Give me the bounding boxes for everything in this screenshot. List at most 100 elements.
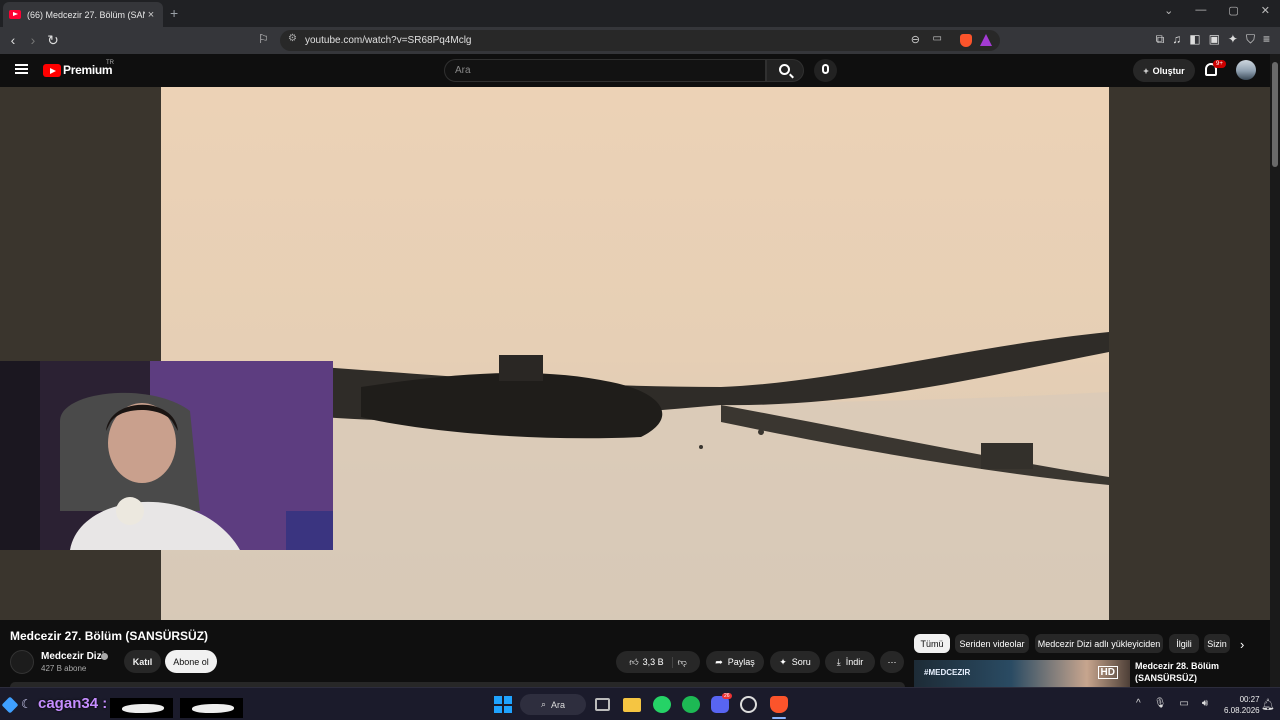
create-button[interactable]: + Oluştur (1133, 59, 1195, 82)
channel-avatar[interactable] (10, 650, 34, 674)
plus-icon: + (1143, 65, 1149, 76)
taskbar-search-label: Ara (551, 699, 566, 710)
share-icon: ➦ (715, 656, 723, 667)
sparkle-icon: ✦ (779, 656, 787, 667)
download-button[interactable]: ⤓ İndir (825, 651, 875, 673)
video-info-section: Medcezir 27. Bölüm (SANSÜRSÜZ) Medcezir … (0, 620, 1270, 687)
discord-badge: 26 (722, 693, 732, 699)
site-info-icon[interactable]: ⚙ (288, 33, 297, 44)
hamburger-menu-icon[interactable] (15, 64, 28, 74)
tab-close-icon[interactable]: × (145, 9, 157, 21)
minimize-button[interactable]: — (1195, 4, 1206, 17)
thumbs-down-icon[interactable]: 👎︎ (678, 657, 687, 668)
youtube-header: Premium TR Ara + Oluştur 9+ (0, 54, 1270, 87)
recommendation-thumbnail[interactable]: #MEDCEZIR HD (914, 660, 1130, 687)
notification-badge: 9+ (1213, 60, 1226, 68)
reload-icon[interactable]: ↻ (45, 32, 61, 49)
like-button[interactable]: 👍︎ 3,3 B (629, 656, 673, 668)
tab-title: (66) Medcezir 27. Bölüm (SANSÜ (27, 9, 145, 20)
zoom-icon[interactable]: ⊖ (911, 33, 920, 46)
notification-center-icon[interactable]: 🔔︎ (1261, 698, 1275, 711)
chip-related[interactable]: İlgili (1169, 634, 1199, 653)
chat-emote-1 (110, 698, 173, 718)
forward-arrow-icon[interactable]: › (25, 32, 41, 48)
chip-uploader[interactable]: Medcezir Dizi adlı yükleyiciden (1035, 634, 1163, 653)
extension-icons: ⧉ ♫ ◧ ▣ ✦ ⛉ ≡ (1156, 32, 1270, 47)
chat-emote-2 (180, 698, 243, 718)
page-scrollbar-thumb[interactable] (1272, 62, 1278, 167)
subscribe-button[interactable]: Abone ol (165, 650, 217, 673)
chevron-up-icon[interactable]: ^ (1136, 698, 1141, 709)
youtube-favicon-icon (9, 10, 21, 19)
file-explorer-icon[interactable] (623, 698, 641, 712)
username-separator: : (102, 695, 108, 712)
more-actions-button[interactable]: ⋯ (880, 651, 904, 673)
voice-search-button[interactable] (814, 59, 837, 82)
back-arrow-icon[interactable]: ‹ (5, 32, 21, 48)
search-input[interactable]: Ara (444, 59, 766, 82)
chip-series[interactable]: Seriden videolar (955, 634, 1029, 653)
like-count: 3,3 B (642, 657, 664, 667)
hd-badge: HD (1097, 666, 1118, 679)
download-label: İndir (845, 657, 864, 667)
webcam-feed-image (0, 361, 333, 550)
search-icon (779, 64, 790, 75)
clock-date: 6.08.2026 (1224, 706, 1260, 715)
search-icon: ⌕ (540, 699, 547, 709)
video-title: Medcezir 27. Bölüm (SANSÜRSÜZ) (10, 629, 209, 643)
join-button[interactable]: Katıl (124, 650, 161, 673)
recommendation-title[interactable]: Medcezir 28. Bölüm (SANSÜRSÜZ) (1135, 660, 1265, 684)
sidebar-icon[interactable]: ◧ (1189, 32, 1200, 47)
thumbs-up-icon: 👍︎ (629, 656, 639, 667)
system-clock[interactable]: 00:27 6.08.2026 (1224, 694, 1260, 716)
spotify-icon[interactable] (682, 696, 700, 713)
windows-taskbar: ☾ cagan34 : ⌕ Ara 26 ^ 🎙︎ ▭ 🔊︎ 00:27 6.0… (0, 687, 1280, 720)
browser-tab[interactable]: (66) Medcezir 27. Bölüm (SANSÜ × (3, 2, 163, 27)
browser-menu-icon[interactable]: ≡ (1263, 32, 1270, 47)
close-window-button[interactable]: ✕ (1261, 4, 1270, 17)
channel-name[interactable]: Medcezir Dizi (41, 651, 104, 662)
widget-icon[interactable] (1, 696, 19, 714)
microphone-icon (822, 64, 829, 74)
browser-toolbar: ‹ › ↻ ⚐ ⚙ youtube.com/watch?v=SR68Pq4Mcl… (0, 27, 1280, 54)
chip-for-you[interactable]: Sizin (1204, 634, 1230, 653)
tab-search-icon[interactable]: ⌄ (1164, 4, 1173, 17)
chip-all[interactable]: Tümü (914, 634, 950, 653)
brave-browser-icon[interactable] (770, 696, 788, 713)
account-avatar[interactable] (1236, 60, 1256, 80)
brave-rewards-icon[interactable] (980, 34, 992, 46)
whatsapp-icon[interactable] (653, 696, 671, 713)
username-text: cagan34 (38, 695, 99, 712)
taskbar-search[interactable]: ⌕ Ara (520, 694, 586, 715)
youtube-logo-icon[interactable] (43, 64, 61, 77)
network-icon[interactable]: ▭ (1179, 698, 1188, 709)
volume-icon[interactable]: 🔊︎ (1202, 698, 1208, 709)
extensions-icon[interactable]: ⧉ (1156, 32, 1165, 47)
ask-label: Soru (791, 657, 811, 667)
ask-button[interactable]: ✦ Soru (770, 651, 820, 673)
youtube-premium-label[interactable]: Premium (63, 63, 113, 77)
obs-icon[interactable] (740, 696, 757, 713)
share-label: Paylaş (727, 657, 755, 667)
address-bar[interactable]: ⚙ youtube.com/watch?v=SR68Pq4Mclg ⊖ ▭ (280, 30, 1000, 51)
vpn-icon[interactable]: ⛉ (1246, 32, 1255, 47)
url-text: youtube.com/watch?v=SR68Pq4Mclg (305, 35, 472, 46)
more-dots-icon: ⋯ (887, 656, 897, 667)
streamer-webcam-overlay (0, 361, 333, 550)
chevron-right-icon[interactable]: › (1240, 637, 1244, 652)
task-view-icon[interactable] (595, 698, 610, 711)
search-button[interactable] (766, 59, 804, 82)
create-label: Oluştur (1152, 65, 1185, 76)
share-button[interactable]: ➦ Paylaş (706, 651, 764, 673)
cast-icon[interactable]: ▭ (933, 33, 942, 44)
bookmark-icon[interactable]: ⚐ (258, 32, 269, 46)
media-icon[interactable]: ♫ (1172, 32, 1181, 47)
wallet-icon[interactable]: ▣ (1209, 32, 1220, 47)
maximize-button[interactable]: ▢ (1228, 4, 1238, 17)
leo-ai-icon[interactable]: ✦ (1228, 32, 1238, 47)
system-tray: ^ 🎙︎ ▭ 🔊︎ (1136, 698, 1208, 709)
microphone-tray-icon[interactable]: 🎙︎ (1154, 698, 1167, 709)
new-tab-button[interactable]: + (170, 5, 178, 21)
brave-shield-icon[interactable] (960, 34, 972, 47)
windows-start-icon[interactable] (494, 696, 512, 713)
